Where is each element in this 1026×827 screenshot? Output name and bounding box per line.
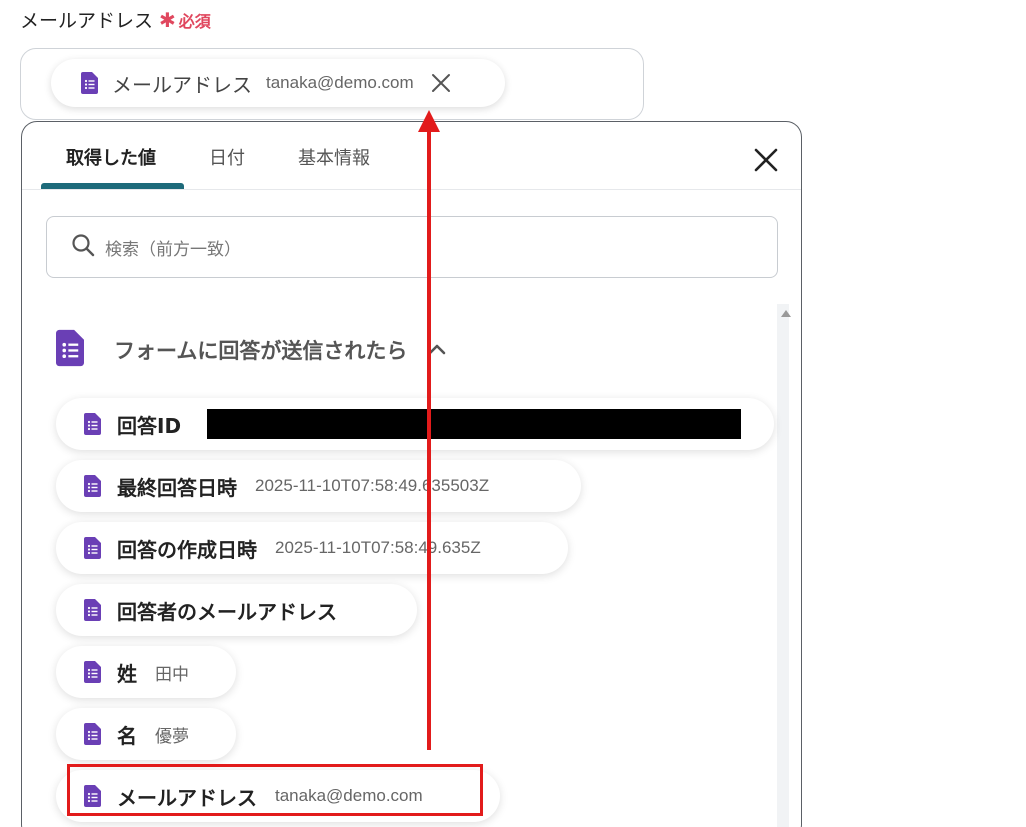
item-value: 田中: [155, 664, 189, 684]
item-label: 回答ID: [117, 413, 182, 438]
annotation-arrow-line: [427, 128, 431, 750]
annotation-highlight-box: [67, 764, 483, 816]
item-label: 回答の作成日時: [117, 537, 257, 562]
tab-basic-info[interactable]: 基本情報: [298, 144, 370, 170]
google-forms-icon: [84, 537, 101, 559]
group-title: フォームに回答が送信されたら: [114, 339, 408, 363]
search-icon: [71, 233, 95, 261]
google-forms-icon: [84, 413, 101, 435]
list-item-response-created-time[interactable]: 回答の作成日時 2025-11-10T07:58:49.635Z: [56, 522, 568, 574]
list-item-last-name[interactable]: 姓 田中: [56, 646, 236, 698]
redacted-value: [207, 409, 742, 439]
item-value: 2025-11-10T07:58:49.635Z: [275, 538, 481, 557]
list-item-response-id[interactable]: 回答ID: [56, 398, 774, 450]
required-badge: ✱ 必須: [159, 8, 211, 32]
scroll-up-icon[interactable]: [781, 310, 791, 317]
required-asterisk-icon: ✱: [159, 7, 176, 32]
close-icon[interactable]: [752, 146, 780, 174]
field-label: メールアドレス ✱ 必須: [20, 6, 211, 33]
chip-value: tanaka@demo.com: [266, 73, 414, 92]
google-forms-icon: [81, 72, 98, 94]
item-label: 回答者のメールアドレス: [117, 599, 337, 624]
close-icon[interactable]: [430, 72, 452, 94]
list-item-last-response-time[interactable]: 最終回答日時 2025-11-10T07:58:49.635503Z: [56, 460, 581, 512]
item-value: 優夢: [155, 726, 189, 746]
item-label: 最終回答日時: [117, 475, 237, 500]
value-picker-panel: 取得した値 日付 基本情報 検索（前方一致） フォームに回答が送信されたら 回答…: [21, 121, 802, 827]
google-forms-icon: [84, 661, 101, 683]
google-forms-icon: [84, 723, 101, 745]
active-tab-indicator: [41, 183, 184, 189]
item-label: 姓: [117, 661, 137, 686]
field-label-text: メールアドレス: [20, 10, 154, 32]
scrollbar[interactable]: [777, 304, 789, 827]
google-forms-icon: [56, 329, 84, 371]
search-input[interactable]: 検索（前方一致）: [46, 216, 778, 278]
item-label: 名: [117, 723, 137, 748]
annotation-arrow-head-icon: [418, 110, 440, 132]
tab-fetched-values[interactable]: 取得した値: [66, 144, 156, 170]
list-item-respondent-email[interactable]: 回答者のメールアドレス: [56, 584, 417, 636]
required-text: 必須: [178, 11, 211, 31]
selected-value-chip[interactable]: メールアドレス tanaka@demo.com: [51, 59, 505, 107]
tab-bar: 取得した値 日付 基本情報: [22, 122, 801, 190]
list-item-first-name[interactable]: 名 優夢: [56, 708, 236, 760]
group-header[interactable]: フォームに回答が送信されたら: [56, 329, 447, 371]
google-forms-icon: [84, 599, 101, 621]
search-placeholder: 検索（前方一致）: [105, 239, 241, 260]
google-forms-icon: [84, 475, 101, 497]
item-value: 2025-11-10T07:58:49.635503Z: [255, 476, 490, 495]
chip-label: メールアドレス: [112, 72, 252, 97]
tab-date[interactable]: 日付: [209, 144, 245, 170]
